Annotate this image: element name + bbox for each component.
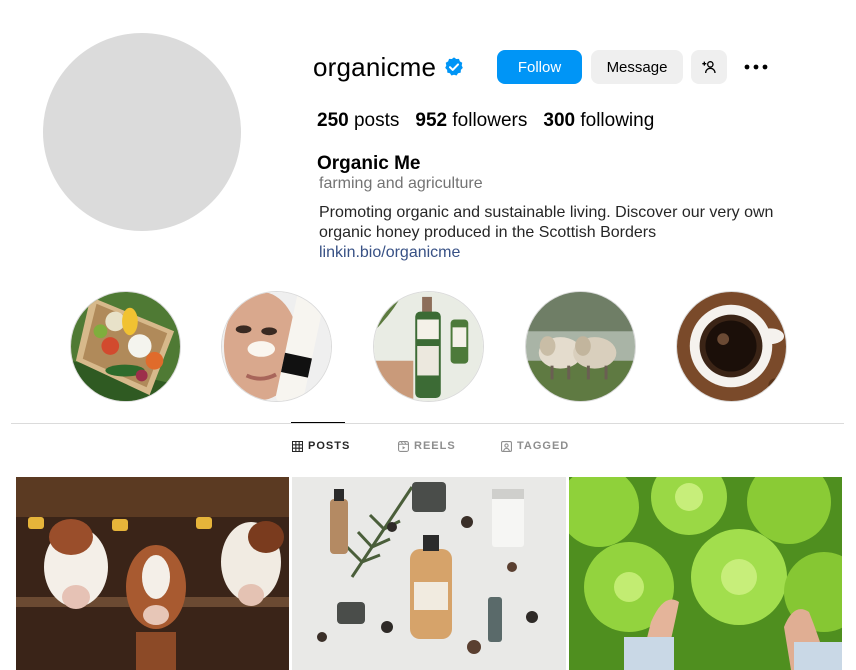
green-bottles-image xyxy=(374,292,483,401)
highlight-skincare[interactable] xyxy=(221,291,332,402)
vegetable-crate-image xyxy=(71,292,180,401)
tab-tagged[interactable]: TAGGED xyxy=(501,440,569,452)
verified-badge-icon xyxy=(445,57,464,76)
tagged-icon xyxy=(501,440,512,452)
coffee-cup-image xyxy=(677,292,786,401)
highlight-vegetables[interactable] xyxy=(70,291,181,402)
avatar[interactable] xyxy=(43,33,241,231)
posts-stat: 250 posts xyxy=(317,110,400,131)
bio-link[interactable]: linkin.bio/organicme xyxy=(319,244,460,262)
add-person-icon xyxy=(702,60,716,74)
ellipsis-icon xyxy=(744,64,768,70)
suggested-accounts-button[interactable] xyxy=(691,50,727,84)
highlight-coffee[interactable] xyxy=(676,291,787,402)
tab-reels[interactable]: REELS xyxy=(398,440,456,452)
username-row: organicme xyxy=(313,48,465,86)
reels-icon xyxy=(398,440,409,452)
following-stat[interactable]: 300 following xyxy=(543,110,654,132)
tab-posts[interactable]: POSTS xyxy=(292,440,350,452)
sheep-image xyxy=(526,292,635,401)
highlight-sheep[interactable] xyxy=(525,291,636,402)
full-name: Organic Me xyxy=(317,153,421,174)
message-button[interactable]: Message xyxy=(591,50,683,84)
cows-image xyxy=(16,477,289,670)
grid-icon xyxy=(292,440,303,452)
skincare-products-image xyxy=(292,477,566,670)
follow-button[interactable]: Follow xyxy=(497,50,582,84)
lettuce-image xyxy=(569,477,842,670)
face-mask-image xyxy=(222,292,331,401)
bio-text: Promoting organic and sustainable living… xyxy=(319,204,774,241)
highlight-bottles[interactable] xyxy=(373,291,484,402)
username: organicme xyxy=(313,51,437,82)
followers-stat[interactable]: 952 followers xyxy=(415,110,527,132)
post-tile-cows[interactable] xyxy=(16,477,289,670)
active-tab-indicator xyxy=(291,422,345,423)
post-tile-skincare[interactable] xyxy=(292,477,566,670)
more-options-button[interactable] xyxy=(738,50,774,84)
post-tile-lettuce[interactable] xyxy=(569,477,842,670)
profile-stats: 250 posts 952 followers 300 following xyxy=(317,110,670,132)
tabs-divider xyxy=(11,423,844,424)
category-label: farming and agriculture xyxy=(319,175,483,192)
